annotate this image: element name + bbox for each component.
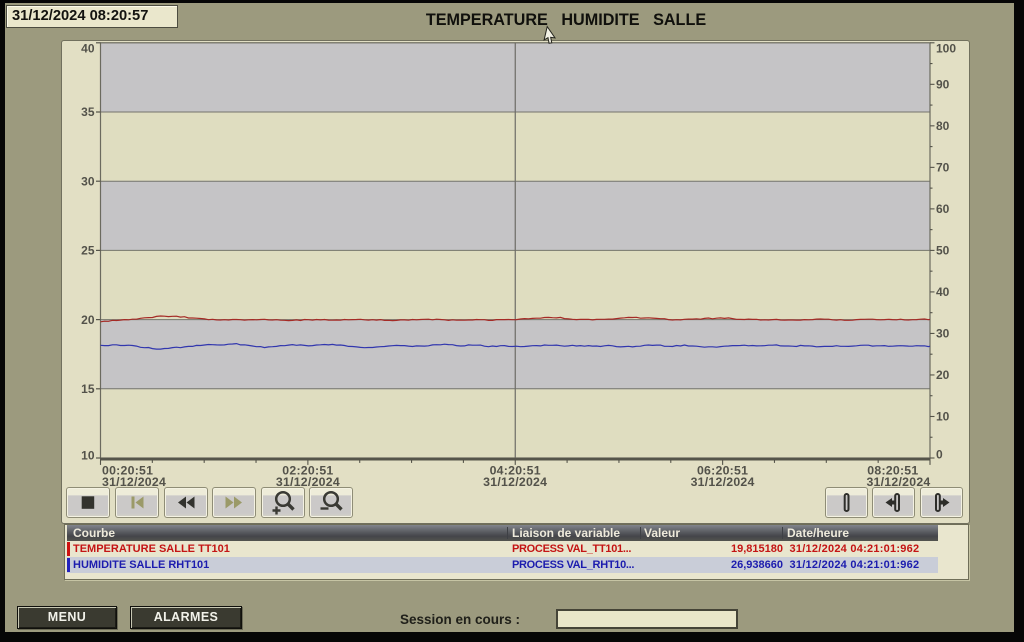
svg-text:25: 25 xyxy=(81,244,95,258)
svg-text:50: 50 xyxy=(936,244,950,258)
svg-text:40: 40 xyxy=(81,42,95,56)
svg-text:10: 10 xyxy=(81,449,95,463)
svg-text:10: 10 xyxy=(936,410,950,424)
svg-text:20: 20 xyxy=(936,368,950,382)
svg-text:0: 0 xyxy=(936,448,943,462)
svg-text:90: 90 xyxy=(936,78,950,92)
svg-text:31/12/2024: 31/12/2024 xyxy=(483,475,547,489)
svg-text:70: 70 xyxy=(936,161,950,175)
svg-text:20: 20 xyxy=(81,313,95,327)
svg-text:100: 100 xyxy=(936,42,956,56)
svg-text:35: 35 xyxy=(81,105,95,119)
svg-text:31/12/2024: 31/12/2024 xyxy=(691,475,755,489)
svg-text:60: 60 xyxy=(936,202,950,216)
svg-text:80: 80 xyxy=(936,119,950,133)
svg-text:15: 15 xyxy=(81,382,95,396)
svg-text:30: 30 xyxy=(81,174,95,188)
svg-text:40: 40 xyxy=(936,285,950,299)
svg-text:30: 30 xyxy=(936,327,950,341)
